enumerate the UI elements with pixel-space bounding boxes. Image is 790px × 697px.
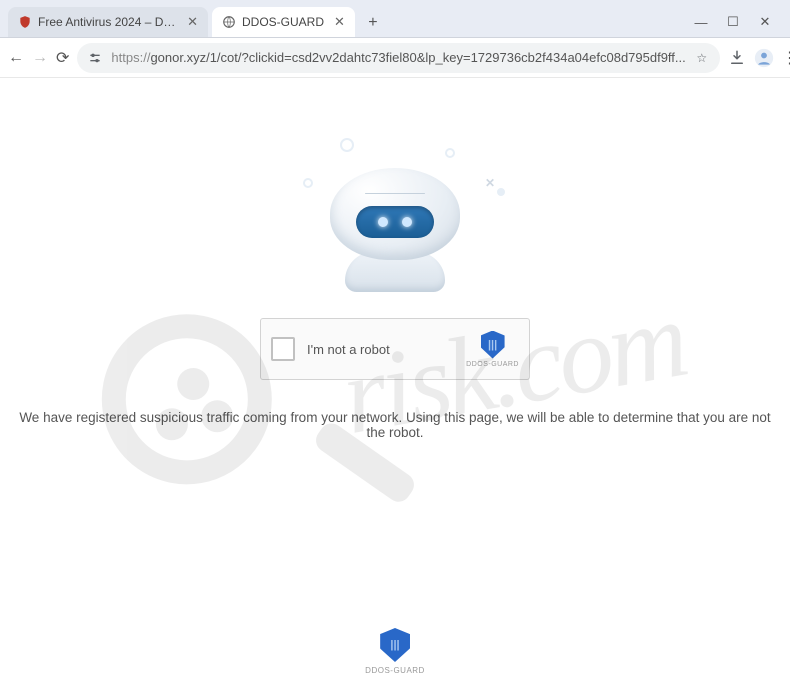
globe-icon bbox=[222, 15, 236, 29]
new-tab-button[interactable]: + bbox=[359, 9, 387, 37]
close-icon[interactable]: ✕ bbox=[187, 14, 198, 30]
robot-illustration: ✕ bbox=[285, 138, 505, 298]
captcha-brand: ||| DDOS-GUARD bbox=[466, 331, 519, 368]
minimize-icon[interactable]: — bbox=[694, 15, 708, 29]
bubble-decor bbox=[445, 148, 455, 158]
window-controls: — ☐ ✕ bbox=[684, 15, 782, 37]
reload-button[interactable]: ⟳ bbox=[56, 44, 69, 72]
tab-antivirus[interactable]: Free Antivirus 2024 – Downlo… ✕ bbox=[8, 7, 208, 37]
tab-title: Free Antivirus 2024 – Downlo… bbox=[38, 15, 177, 29]
shield-red-icon bbox=[18, 15, 32, 29]
maximize-icon[interactable]: ☐ bbox=[726, 15, 740, 29]
bubble-decor bbox=[303, 178, 313, 188]
bubble-decor bbox=[497, 188, 505, 196]
back-button[interactable]: ← bbox=[8, 44, 24, 72]
close-window-icon[interactable]: ✕ bbox=[758, 15, 772, 29]
close-icon[interactable]: ✕ bbox=[334, 14, 345, 30]
url-text: https://gonor.xyz/1/cot/?clickid=csd2vv2… bbox=[111, 50, 685, 65]
notice-text: We have registered suspicious traffic co… bbox=[0, 410, 790, 440]
forward-button[interactable]: → bbox=[32, 44, 48, 72]
robot-icon bbox=[325, 168, 465, 298]
menu-kebab-icon[interactable]: ⋮ bbox=[782, 44, 790, 72]
footer-brand: ||| DDOS-GUARD bbox=[365, 628, 425, 675]
downloads-icon[interactable] bbox=[728, 44, 746, 72]
shield-icon: ||| bbox=[380, 628, 410, 662]
tab-title: DDOS-GUARD bbox=[242, 15, 324, 29]
profile-icon[interactable] bbox=[754, 44, 774, 72]
browser-titlebar: Free Antivirus 2024 – Downlo… ✕ DDOS-GUA… bbox=[0, 0, 790, 38]
shield-icon: ||| bbox=[481, 331, 505, 359]
tab-strip: Free Antivirus 2024 – Downlo… ✕ DDOS-GUA… bbox=[8, 0, 684, 37]
brand-text: DDOS-GUARD bbox=[365, 666, 425, 675]
captcha-label: I'm not a robot bbox=[307, 342, 454, 357]
tab-ddosguard[interactable]: DDOS-GUARD ✕ bbox=[212, 7, 355, 37]
browser-toolbar: ← → ⟳ https://gonor.xyz/1/cot/?clickid=c… bbox=[0, 38, 790, 78]
x-decor: ✕ bbox=[485, 176, 495, 190]
bubble-decor bbox=[340, 138, 354, 152]
brand-text: DDOS-GUARD bbox=[466, 361, 519, 368]
captcha-box: I'm not a robot ||| DDOS-GUARD bbox=[260, 318, 530, 380]
captcha-checkbox[interactable] bbox=[271, 337, 295, 361]
bookmark-star-icon[interactable]: ☆ bbox=[694, 50, 710, 66]
site-settings-icon[interactable] bbox=[87, 50, 103, 66]
address-bar[interactable]: https://gonor.xyz/1/cot/?clickid=csd2vv2… bbox=[77, 43, 719, 73]
page-content: ✕ I'm not a robot ||| DDOS-GUARD We have… bbox=[0, 78, 790, 697]
